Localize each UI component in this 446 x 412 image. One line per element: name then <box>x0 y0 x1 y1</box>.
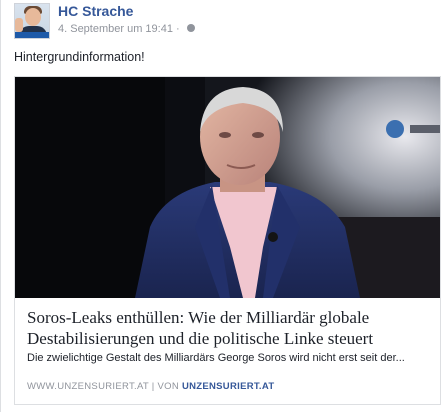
globe-icon[interactable] <box>186 24 195 33</box>
avatar-banner <box>15 32 49 38</box>
link-preview-image[interactable] <box>15 77 440 298</box>
meta-separator: · <box>176 23 180 35</box>
link-divider: | <box>151 381 155 392</box>
post-header: HC Strache 4. September um 19:41 · <box>14 3 434 43</box>
link-title[interactable]: Soros-Leaks enthüllen: Wie der Milliardä… <box>27 307 427 349</box>
link-preview-card[interactable]: Soros-Leaks enthüllen: Wie der Milliardä… <box>14 76 441 405</box>
author-name[interactable]: HC Strache <box>58 3 133 19</box>
left-divider <box>0 0 1 412</box>
author-avatar[interactable] <box>14 3 50 39</box>
post-timestamp[interactable]: 4. September um 19:41 <box>58 23 173 35</box>
article-photo-icon <box>15 77 440 298</box>
link-by-prefix: VON <box>157 381 179 392</box>
link-domain[interactable]: WWW.UNZENSURIERT.AT <box>27 381 149 392</box>
link-by-name[interactable]: UNZENSURIERT.AT <box>182 381 274 392</box>
facebook-post: HC Strache 4. September um 19:41 · Hinte… <box>0 0 446 412</box>
link-description[interactable]: Die zwielichtige Gestalt des Milliardärs… <box>27 352 432 364</box>
post-meta: 4. September um 19:41 · <box>58 23 195 35</box>
avatar-face <box>25 8 41 26</box>
avatar-thumb <box>15 18 23 32</box>
link-source: WWW.UNZENSURIERT.AT | VON UNZENSURIERT.A… <box>27 381 274 392</box>
post-status-text: Hintergrundinformation! <box>14 50 145 64</box>
